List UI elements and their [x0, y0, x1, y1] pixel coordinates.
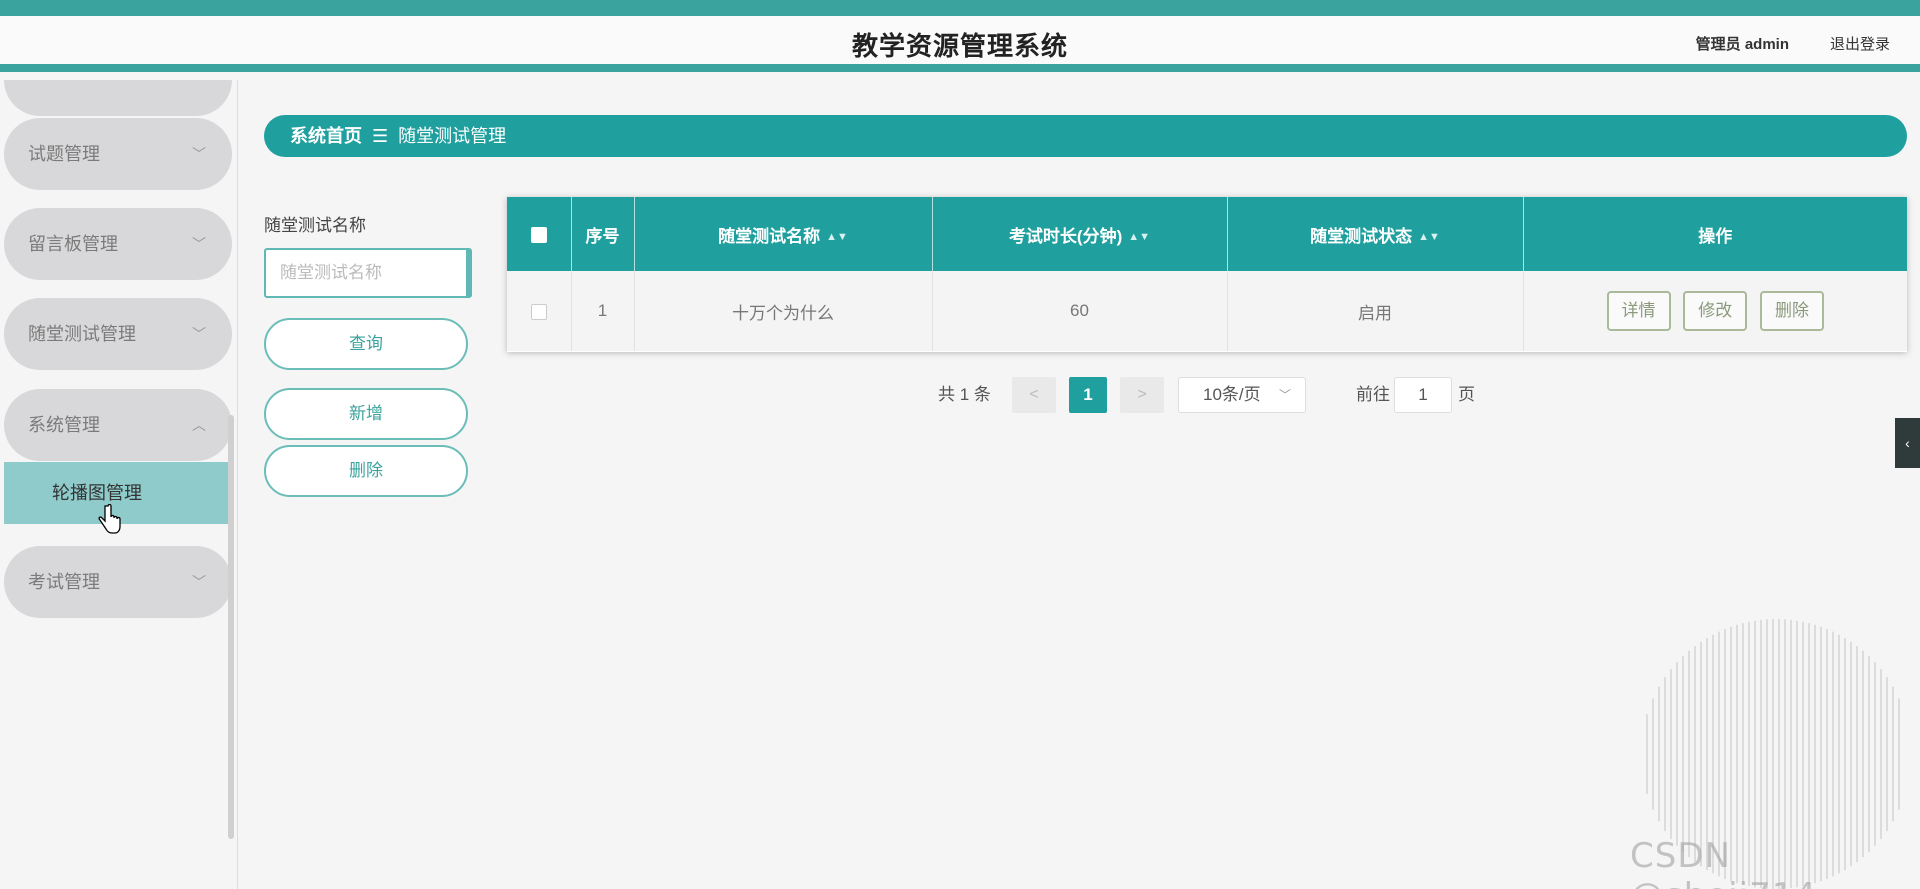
admin-user-label: 管理员 admin	[1695, 36, 1789, 53]
breadcrumb-home[interactable]: 系统首页	[290, 126, 362, 146]
hand-cursor-icon	[98, 504, 121, 534]
goto-page-input[interactable]	[1394, 377, 1452, 413]
cell-duration: 60	[932, 271, 1228, 351]
prev-page-button[interactable]: <	[1012, 377, 1056, 413]
sidebar-item-label: 留言板管理	[28, 234, 118, 254]
chevron-down-icon: ﹀	[192, 326, 206, 342]
chevron-down-icon: ﹀	[192, 574, 206, 590]
chevron-down-icon: ﹀	[192, 236, 206, 252]
app-header: 教学资源管理系统 管理员 admin 退出登录	[0, 16, 1920, 72]
add-button[interactable]: 新增	[264, 388, 468, 440]
current-page-button[interactable]: 1	[1069, 377, 1107, 413]
chevron-down-icon: ﹀	[192, 146, 206, 162]
sidebar-item-class-test[interactable]: 随堂测试管理 ﹀	[4, 298, 232, 370]
chevron-left-icon: ‹	[1905, 435, 1910, 451]
breadcrumb-separator-icon: ☰	[372, 126, 389, 146]
column-header-actions: 操作	[1698, 226, 1733, 246]
top-accent-stripe	[0, 0, 1920, 16]
sidebar: 试题管理 ﹀ 留言板管理 ﹀ 随堂测试管理 ﹀ 系统管理 ︿ 轮播图管理 考试管…	[0, 80, 238, 889]
sidebar-item-label: 随堂测试管理	[28, 324, 136, 344]
app-title: 教学资源管理系统	[851, 31, 1068, 61]
sort-icon[interactable]: ▲▼	[1128, 231, 1150, 243]
sidebar-item-exam[interactable]: 考试管理 ﹀	[4, 546, 232, 618]
edit-button[interactable]: 修改	[1683, 291, 1748, 331]
detail-button[interactable]: 详情	[1606, 291, 1671, 331]
query-button[interactable]: 查询	[264, 318, 468, 370]
sidebar-item-label: 系统管理	[28, 415, 100, 435]
column-header-index: 序号	[571, 197, 635, 271]
sort-icon[interactable]: ▲▼	[826, 231, 848, 243]
sidebar-item-questions[interactable]: 试题管理 ﹀	[4, 118, 232, 190]
sidebar-scrollbar[interactable]	[228, 415, 234, 839]
chevron-down-icon: ﹀	[1278, 388, 1291, 402]
row-select-cell	[507, 271, 572, 351]
data-table: 序号 随堂测试名称 ▲▼ 考试时长(分钟) ▲▼ 随堂测试状态 ▲▼ 操作 1 十万个…	[507, 197, 1907, 352]
column-header-duration[interactable]: 考试时长(分钟) ▲▼	[932, 197, 1228, 271]
breadcrumb-current: 随堂测试管理	[398, 126, 507, 146]
goto-label: 前往	[1356, 385, 1390, 404]
pagination-total: 共 1 条	[938, 385, 991, 404]
collapse-panel-tab[interactable]: ‹	[1895, 418, 1920, 468]
search-input[interactable]	[264, 248, 472, 298]
page-size-select[interactable]: 10条/页 ﹀	[1178, 377, 1306, 413]
column-header-label: 随堂测试状态	[1310, 226, 1413, 246]
row-checkbox[interactable]	[530, 303, 547, 320]
cell-index: 1	[571, 271, 635, 351]
column-header-label: 考试时长(分钟)	[1008, 226, 1123, 246]
sidebar-item-message-board[interactable]: 留言板管理 ﹀	[4, 208, 232, 280]
column-header-label: 随堂测试名称	[718, 226, 821, 246]
sidebar-item-system[interactable]: 系统管理 ︿	[4, 389, 232, 461]
page-size-value: 10条/页	[1203, 385, 1261, 404]
breadcrumb: 系统首页 ☰ 随堂测试管理	[264, 115, 1907, 157]
watermark-text: CSDN @sheji714	[1630, 836, 1816, 889]
batch-delete-button[interactable]: 删除	[264, 445, 468, 497]
table-row: 1 十万个为什么 60 启用 详情 修改 删除	[507, 271, 1907, 351]
next-page-button[interactable]: >	[1120, 377, 1164, 413]
sort-icon[interactable]: ▲▼	[1418, 231, 1440, 243]
select-all-header	[507, 197, 572, 271]
delete-button[interactable]: 删除	[1759, 291, 1824, 331]
table-header-row: 序号 随堂测试名称 ▲▼ 考试时长(分钟) ▲▼ 随堂测试状态 ▲▼ 操作	[507, 197, 1907, 271]
sidebar-item-label: 试题管理	[28, 144, 100, 164]
cell-actions: 详情 修改 删除	[1523, 271, 1907, 351]
column-header-name[interactable]: 随堂测试名称 ▲▼	[634, 197, 933, 271]
select-all-checkbox[interactable]	[530, 226, 547, 243]
column-header-status[interactable]: 随堂测试状态 ▲▼	[1227, 197, 1524, 271]
sidebar-item-hidden[interactable]	[4, 80, 232, 116]
search-label: 随堂测试名称	[264, 216, 366, 235]
logout-link[interactable]: 退出登录	[1830, 33, 1890, 54]
cell-status: 启用	[1227, 271, 1524, 351]
cell-name: 十万个为什么	[634, 271, 933, 351]
sidebar-item-label: 考试管理	[28, 572, 100, 592]
page-suffix-label: 页	[1458, 385, 1475, 404]
chevron-up-icon: ︿	[192, 417, 206, 433]
